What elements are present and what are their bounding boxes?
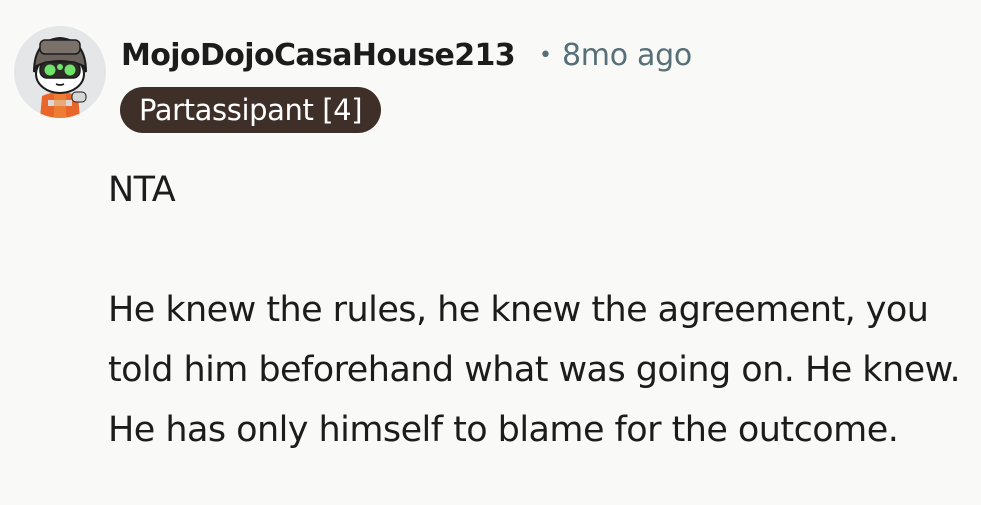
timestamp-link[interactable]: 8mo ago xyxy=(562,38,692,73)
username-link[interactable]: MojoDojoCasaHouse213 xyxy=(121,38,516,73)
meta-separator: • xyxy=(539,43,553,68)
comment-header: MojoDojoCasaHouse213 • 8mo ago xyxy=(121,38,692,73)
snoo-avatar-icon xyxy=(14,26,106,118)
comment-body: NTA He knew the rules, he knew the agree… xyxy=(108,160,978,460)
user-flair-badge: Partassipant [4] xyxy=(120,87,382,133)
comment: MojoDojoCasaHouse213 • 8mo ago Partassip… xyxy=(0,0,981,505)
avatar[interactable] xyxy=(14,26,106,118)
comment-paragraph: NTA xyxy=(108,170,176,210)
comment-paragraph: He knew the rules, he knew the agreement… xyxy=(108,290,961,450)
